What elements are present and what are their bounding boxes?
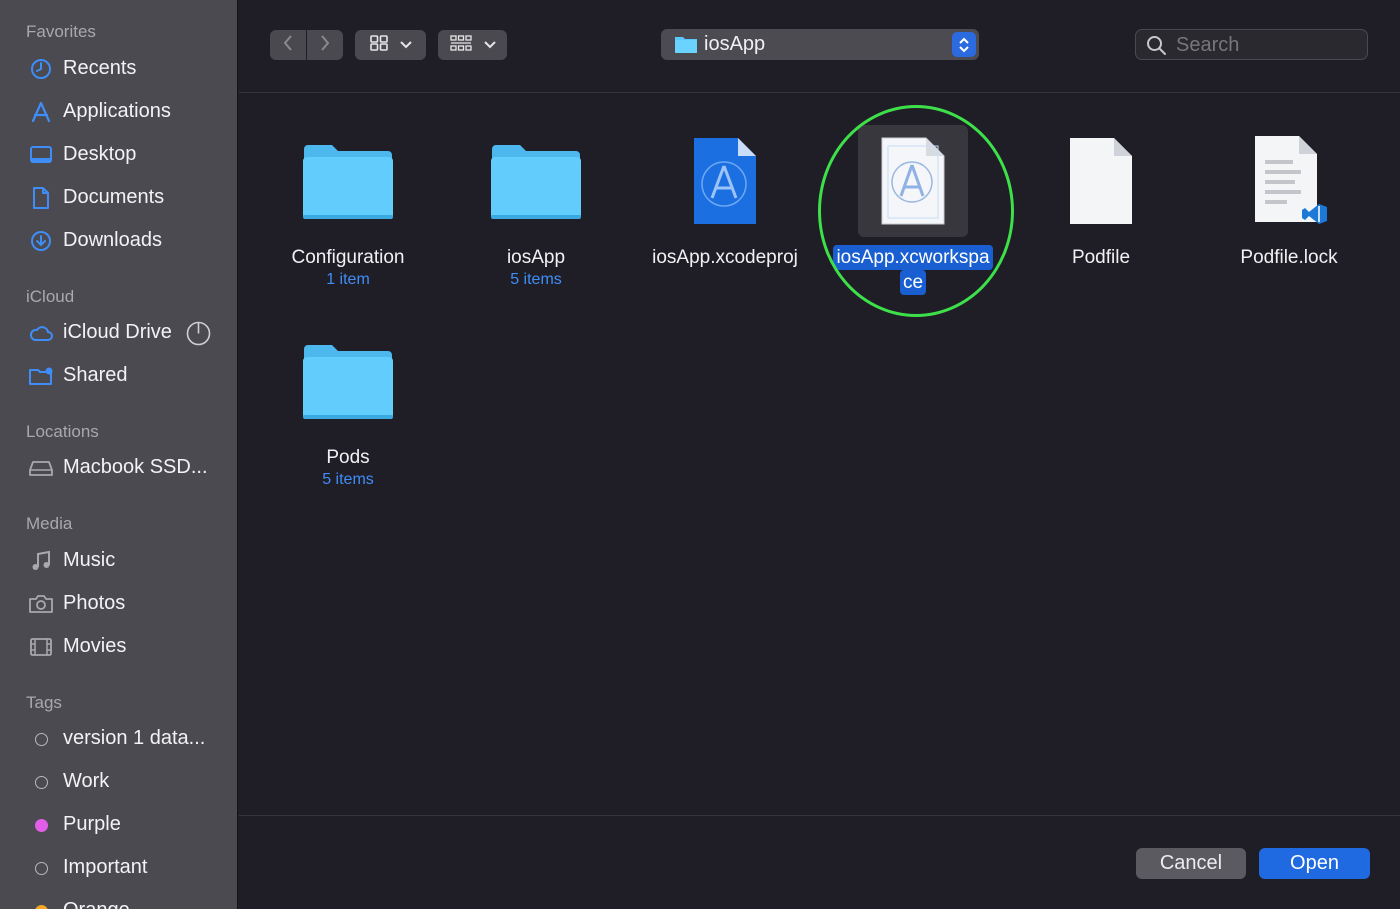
- sidebar-item-label: version 1 data...: [63, 727, 206, 749]
- dialog-footer: Cancel Open: [239, 815, 1400, 909]
- sidebar-item-label: Documents: [63, 186, 165, 208]
- stepper-icon: [952, 32, 976, 57]
- vscode-document-icon: [1199, 127, 1379, 237]
- sidebar-item-label: Important: [63, 856, 148, 878]
- sidebar-item-photos[interactable]: Photos: [0, 584, 236, 624]
- highlight-circle-annotation: [818, 105, 1014, 317]
- section-title-icloud: iCloud: [26, 287, 75, 306]
- folder-icon: [258, 327, 438, 437]
- tag-dot-purple: [28, 813, 54, 837]
- film-icon: [28, 635, 54, 659]
- location-popup[interactable]: iosApp: [661, 29, 979, 60]
- sidebar-item-applications[interactable]: Applications: [0, 92, 236, 132]
- sidebar-item-label: Desktop: [63, 143, 137, 165]
- sidebar-item-icloud-drive[interactable]: iCloud Drive: [0, 313, 236, 353]
- open-file-dialog: Favorites Recents Applications Desktop D…: [0, 0, 1400, 909]
- file-name: Podfile: [1071, 247, 1131, 268]
- sidebar-item-label: iCloud Drive: [63, 321, 172, 343]
- chevron-down-icon: [483, 36, 496, 54]
- sidebar-item-label: Recents: [63, 57, 137, 79]
- sidebar-item-music[interactable]: Music: [0, 541, 236, 581]
- sidebar-item-label: Purple: [63, 813, 121, 835]
- folder-icon: [674, 34, 698, 59]
- file-item-count: 5 items: [322, 471, 374, 488]
- sidebar-item-label: Work: [63, 770, 110, 792]
- group-button[interactable]: [438, 30, 507, 60]
- icon-view-icon: [369, 34, 388, 56]
- applications-icon: [28, 100, 54, 124]
- sidebar-item-recents[interactable]: Recents: [0, 49, 236, 89]
- toolbar: iosApp Search: [239, 0, 1400, 93]
- music-icon: [28, 549, 54, 573]
- file-name: Configuration: [291, 247, 405, 268]
- section-title-favorites: Favorites: [26, 22, 96, 41]
- search-placeholder: Search: [1176, 34, 1240, 56]
- camera-icon: [28, 592, 54, 616]
- xcode-project-icon: [635, 127, 815, 237]
- sidebar-item-shared[interactable]: Shared: [0, 356, 236, 396]
- file-name: iosApp.xcodeproj: [652, 247, 798, 268]
- current-folder-name: iosApp: [704, 33, 766, 55]
- folder-icon: [446, 127, 626, 237]
- sidebar-tag-purple[interactable]: Purple: [0, 805, 236, 845]
- download-icon: [28, 229, 54, 253]
- section-title-locations: Locations: [26, 422, 99, 441]
- sidebar-item-label: Music: [63, 549, 116, 571]
- clock-icon: [28, 57, 54, 81]
- sidebar-item-label: Downloads: [63, 229, 162, 251]
- sidebar-tag-version-1-data[interactable]: version 1 data...: [0, 719, 236, 759]
- file-name: Podfile.lock: [1240, 247, 1338, 268]
- desktop-icon: [28, 143, 54, 167]
- cancel-button[interactable]: Cancel: [1136, 848, 1246, 879]
- group-icon: [449, 34, 472, 56]
- search-icon: [1146, 35, 1167, 61]
- blank-document-icon: [1011, 127, 1191, 237]
- file-browser: iosApp Search Configuration 1 item iosAp…: [239, 0, 1400, 909]
- file-item-count: 1 item: [326, 271, 370, 288]
- sidebar-item-documents[interactable]: Documents: [0, 178, 236, 218]
- chevron-left-icon: [282, 34, 294, 57]
- folder-icon: [258, 127, 438, 237]
- open-button[interactable]: Open: [1259, 848, 1370, 879]
- tag-dot-empty: [28, 727, 54, 751]
- sidebar-item-label: Orange: [63, 899, 130, 909]
- cloud-icon: [28, 321, 54, 345]
- document-icon: [28, 186, 54, 210]
- disk-icon: [28, 456, 54, 480]
- sidebar-item-label: Photos: [63, 592, 126, 614]
- sidebar: Favorites Recents Applications Desktop D…: [0, 0, 238, 909]
- sidebar-item-macbook-ssd[interactable]: Macbook SSD...: [0, 448, 236, 488]
- file-name: Pods: [326, 447, 370, 468]
- file-item-count: 5 items: [510, 271, 562, 288]
- tag-dot-empty: [28, 770, 54, 794]
- section-title-tags: Tags: [26, 693, 62, 712]
- shared-folder-icon: [28, 364, 54, 388]
- view-mode-button[interactable]: [355, 30, 426, 60]
- sidebar-item-label: Applications: [63, 100, 171, 122]
- sidebar-item-downloads[interactable]: Downloads: [0, 221, 236, 261]
- sidebar-tag-orange[interactable]: Orange: [0, 891, 236, 909]
- forward-button[interactable]: [307, 30, 343, 60]
- tag-dot-empty: [28, 856, 54, 880]
- sync-progress-icon: [186, 321, 211, 351]
- sidebar-item-movies[interactable]: Movies: [0, 627, 236, 667]
- sidebar-item-desktop[interactable]: Desktop: [0, 135, 236, 175]
- file-name: iosApp: [506, 247, 566, 268]
- sidebar-item-label: Shared: [63, 364, 128, 386]
- sidebar-tag-work[interactable]: Work: [0, 762, 236, 802]
- back-button[interactable]: [270, 30, 306, 60]
- section-title-media: Media: [26, 514, 73, 533]
- chevron-right-icon: [319, 34, 331, 57]
- tag-dot-orange: [28, 899, 54, 909]
- search-input[interactable]: Search: [1135, 29, 1368, 60]
- chevron-down-icon: [399, 36, 412, 54]
- sidebar-item-label: Movies: [63, 635, 127, 657]
- sidebar-item-label: Macbook SSD...: [63, 456, 208, 478]
- sidebar-tag-important[interactable]: Important: [0, 848, 236, 888]
